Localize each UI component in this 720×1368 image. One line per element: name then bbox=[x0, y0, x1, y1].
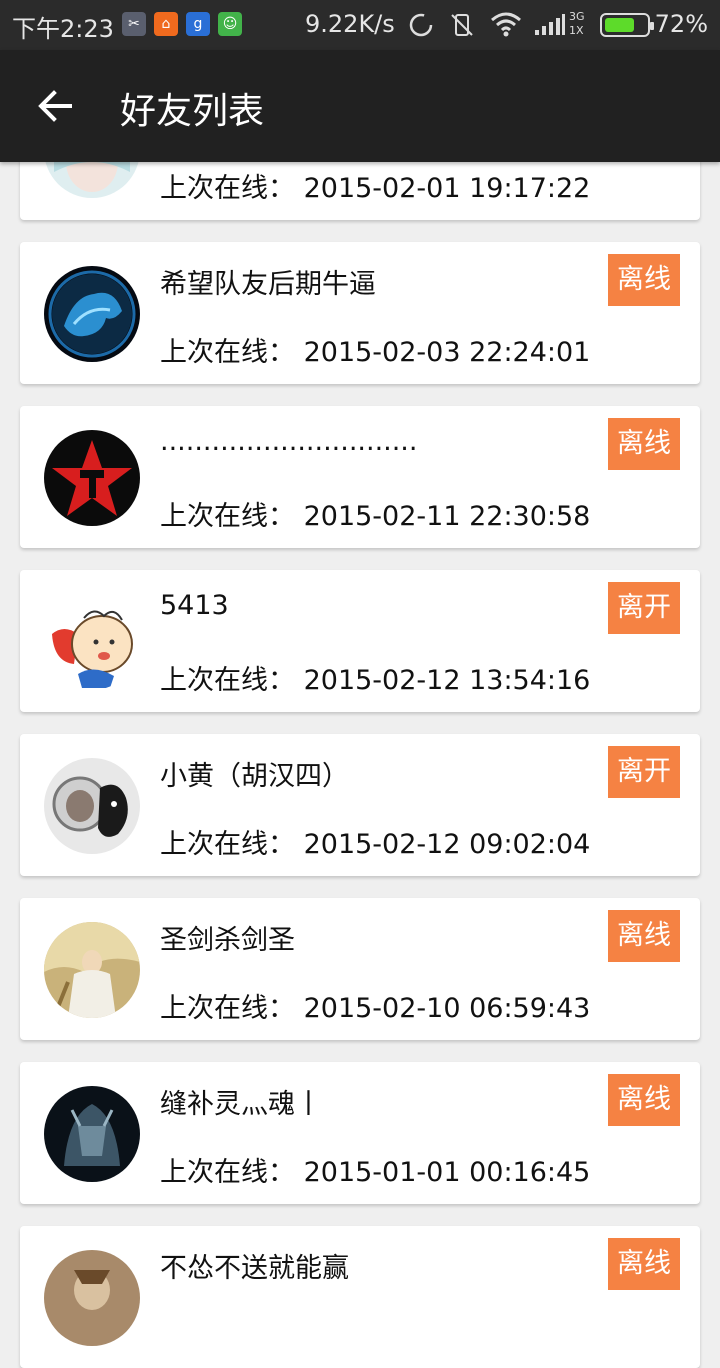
back-arrow-icon[interactable] bbox=[28, 78, 84, 134]
sim-slot: 1X bbox=[569, 24, 584, 37]
signal-icon bbox=[535, 14, 565, 35]
friend-name: 圣剑杀剑圣 bbox=[160, 925, 295, 956]
status-badge: 离线 bbox=[608, 910, 680, 962]
status-bar: 下午2:23 ✂ ⌂ g ☺ 9.22K/s 3G 1X 72% bbox=[0, 0, 720, 50]
app-icon-green: ☺ bbox=[218, 12, 242, 36]
friend-name: 5413 bbox=[160, 590, 229, 621]
friend-name: 希望队友后期牛逼 bbox=[160, 269, 376, 300]
friend-name: 缝补灵灬魂丨 bbox=[160, 1089, 322, 1120]
astronaut-cat-avatar bbox=[44, 758, 140, 854]
vibrate-off-icon bbox=[451, 14, 473, 36]
red-star-avatar bbox=[44, 430, 140, 526]
status-badge: 离开 bbox=[608, 746, 680, 798]
last-online-text: 上次在线： 2015-02-11 22:30:58 bbox=[160, 501, 591, 532]
friend-card[interactable]: .............................. 离线 上次在线： … bbox=[20, 406, 700, 548]
dark-knight-avatar bbox=[44, 1086, 140, 1182]
last-online-text: 上次在线： 2015-02-12 13:54:16 bbox=[160, 665, 591, 696]
app-toolbar: 好友列表 bbox=[0, 50, 720, 162]
page-title: 好友列表 bbox=[120, 91, 265, 132]
warrior-avatar-2 bbox=[44, 1250, 140, 1346]
sync-icon bbox=[409, 13, 433, 37]
wifi-icon bbox=[491, 12, 521, 37]
friend-card[interactable]: 缝补灵灬魂丨 离线 上次在线： 2015-01-01 00:16:45 bbox=[20, 1062, 700, 1204]
friend-card[interactable]: 希望队友后期牛逼 离线 上次在线： 2015-02-03 22:24:01 bbox=[20, 242, 700, 384]
friend-name: 不怂不送就能赢 bbox=[160, 1253, 349, 1284]
friend-name: 小黄（胡汉四） bbox=[160, 761, 349, 792]
status-badge: 离线 bbox=[608, 254, 680, 306]
battery-nub bbox=[650, 22, 654, 30]
status-badge: 离开 bbox=[608, 582, 680, 634]
net-speed: 9.22K/s bbox=[305, 10, 395, 38]
status-badge: 离线 bbox=[608, 418, 680, 470]
status-badge: 离线 bbox=[608, 1238, 680, 1290]
blue-frog-avatar bbox=[44, 266, 140, 362]
last-online-text: 上次在线： 2015-02-01 19:17:22 bbox=[160, 173, 591, 204]
friend-card[interactable]: 不怂不送就能赢 离线 bbox=[20, 1226, 700, 1368]
app-icon-blue: g bbox=[186, 12, 210, 36]
friend-list[interactable]: 上次在线： 2015-02-01 19:17:22 希望队友后期牛逼 离线 上次… bbox=[0, 0, 720, 1368]
friend-card[interactable]: 5413 离开 上次在线： 2015-02-12 13:54:16 bbox=[20, 570, 700, 712]
friend-card[interactable]: 圣剑杀剑圣 离线 上次在线： 2015-02-10 06:59:43 bbox=[20, 898, 700, 1040]
status-badge: 离线 bbox=[608, 1074, 680, 1126]
battery-fill bbox=[605, 18, 634, 32]
warrior-avatar bbox=[44, 922, 140, 1018]
cartoon-boy-avatar bbox=[44, 594, 140, 690]
battery-icon bbox=[600, 13, 654, 37]
last-online-text: 上次在线： 2015-02-10 06:59:43 bbox=[160, 993, 591, 1024]
battery-percent: 72% bbox=[654, 10, 708, 38]
network-type: 3G bbox=[569, 10, 585, 23]
clock: 下午2:23 bbox=[12, 15, 114, 43]
last-online-text: 上次在线： 2015-01-01 00:16:45 bbox=[160, 1157, 591, 1188]
friend-card[interactable]: 小黄（胡汉四） 离开 上次在线： 2015-02-12 09:02:04 bbox=[20, 734, 700, 876]
friend-name: .............................. bbox=[160, 426, 418, 457]
app-icon-orange: ⌂ bbox=[154, 12, 178, 36]
last-online-text: 上次在线： 2015-02-03 22:24:01 bbox=[160, 337, 591, 368]
app-icon-gray: ✂ bbox=[122, 12, 146, 36]
last-online-text: 上次在线： 2015-02-12 09:02:04 bbox=[160, 829, 591, 860]
